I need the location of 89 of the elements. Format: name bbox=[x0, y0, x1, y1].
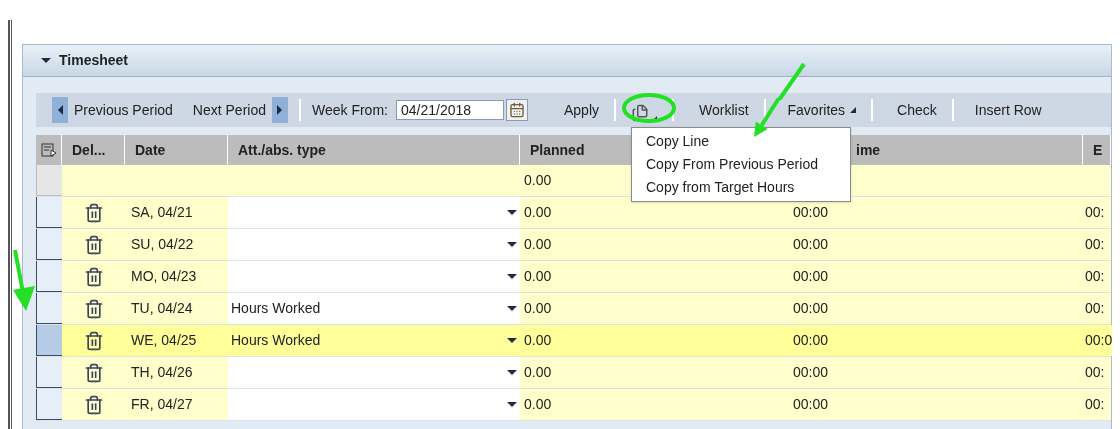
planned-cell-text: 0.00 bbox=[524, 299, 552, 318]
planned-cell-text: 0.00 bbox=[524, 267, 552, 286]
check-button[interactable]: Check bbox=[893, 99, 941, 121]
row-selector[interactable] bbox=[36, 197, 62, 228]
column-settings-icon[interactable] bbox=[40, 143, 57, 157]
insert-row-button[interactable]: Insert Row bbox=[970, 99, 1046, 121]
table-cell-text: 00: bbox=[1085, 267, 1105, 286]
planned-cell-text: 0.00 bbox=[524, 395, 552, 414]
dropdown-caret-icon bbox=[507, 402, 517, 407]
copy-icon bbox=[631, 104, 649, 122]
time-cell-text: 00:00 bbox=[793, 235, 829, 254]
table-cell-text: 00: bbox=[1085, 363, 1105, 382]
trash-icon bbox=[83, 234, 104, 255]
planned-total: 0.00 bbox=[524, 171, 552, 190]
time-cell-text: 00:00 bbox=[793, 203, 829, 222]
date-cell-text: TH, 04/26 bbox=[131, 363, 193, 382]
date-cell-text: SU, 04/22 bbox=[131, 235, 194, 254]
time-cell-text: 00:00 bbox=[793, 363, 829, 382]
delete-button[interactable] bbox=[83, 394, 104, 415]
trash-icon bbox=[83, 394, 104, 415]
row-selector[interactable] bbox=[36, 325, 62, 356]
time-cell-text: 00:00 bbox=[793, 299, 829, 318]
date-cell-text: SA, 04/21 bbox=[131, 203, 193, 222]
date-cell-text: WE, 04/25 bbox=[131, 331, 197, 350]
menu-item[interactable]: Copy from Target Hours bbox=[632, 176, 850, 199]
highlight-ellipse bbox=[621, 92, 677, 124]
table-cell-text: 00: bbox=[1085, 395, 1105, 414]
worklist-button[interactable]: Worklist bbox=[695, 99, 753, 121]
column-header[interactable]: Att./abs. type bbox=[238, 139, 326, 161]
row-selector[interactable] bbox=[36, 229, 62, 260]
previous-period-button[interactable]: Previous Period bbox=[52, 97, 181, 123]
row-selector[interactable] bbox=[36, 293, 62, 324]
delete-button[interactable] bbox=[83, 362, 104, 383]
dropdown-caret-icon bbox=[507, 306, 517, 311]
calendar-icon bbox=[508, 102, 525, 118]
delete-button[interactable] bbox=[83, 202, 104, 223]
menu-item[interactable]: Copy From Previous Period bbox=[632, 153, 850, 176]
dropdown-caret-icon bbox=[507, 274, 517, 279]
dropdown-caret-icon bbox=[850, 107, 857, 113]
column-header[interactable]: Del... bbox=[72, 139, 106, 161]
expand-caret-icon bbox=[41, 58, 51, 63]
type-dropdown[interactable]: Hours Worked bbox=[228, 325, 520, 356]
table-cell-text: 00: bbox=[1085, 299, 1105, 318]
delete-button[interactable] bbox=[83, 234, 104, 255]
week-from-field[interactable]: 04/21/2018 bbox=[395, 100, 504, 120]
delete-button[interactable] bbox=[83, 330, 104, 351]
dropdown-caret-icon bbox=[507, 210, 517, 215]
planned-cell-text: 0.00 bbox=[524, 331, 552, 350]
time-cell-text: 00:00 bbox=[793, 267, 829, 286]
favorites-button[interactable]: Favorites bbox=[783, 99, 861, 121]
table-cell-text: 00: bbox=[1085, 235, 1105, 254]
menu-item[interactable]: Copy Line bbox=[632, 130, 850, 153]
trash-icon bbox=[83, 202, 104, 223]
planned-cell-text: 0.00 bbox=[524, 235, 552, 254]
arrow-drawing bbox=[12, 248, 36, 312]
dropdown-caret-icon bbox=[507, 338, 517, 343]
table-cell-text: 00: bbox=[1085, 203, 1105, 222]
type-dropdown[interactable]: Hours Worked bbox=[228, 293, 520, 324]
next-period-button[interactable]: Next Period bbox=[192, 97, 288, 123]
apply-button[interactable]: Apply bbox=[559, 99, 603, 121]
right-caret-icon bbox=[277, 105, 283, 115]
date-cell-text: MO, 04/23 bbox=[131, 267, 197, 286]
row-selector[interactable] bbox=[36, 261, 62, 292]
date-cell-text: TU, 04/24 bbox=[131, 299, 193, 318]
row-selector[interactable] bbox=[36, 389, 62, 420]
row-selector[interactable] bbox=[36, 357, 62, 388]
week-from-label: Week From: bbox=[312, 100, 388, 120]
planned-cell-text: 0.00 bbox=[524, 203, 552, 222]
dropdown-caret-icon bbox=[507, 242, 517, 247]
trash-icon bbox=[83, 298, 104, 319]
column-header[interactable]: ime bbox=[856, 139, 881, 161]
trash-icon bbox=[83, 266, 104, 287]
delete-button[interactable] bbox=[83, 266, 104, 287]
calendar-button[interactable] bbox=[505, 99, 528, 121]
column-header[interactable]: Planned bbox=[530, 139, 585, 161]
panel-header[interactable]: Timesheet bbox=[23, 45, 1111, 77]
trash-icon bbox=[83, 330, 104, 351]
column-header[interactable]: E bbox=[1093, 139, 1103, 161]
left-caret-icon bbox=[57, 105, 63, 115]
column-header[interactable]: Date bbox=[135, 139, 166, 161]
planned-cell-text: 0.00 bbox=[524, 363, 552, 382]
table-cell-text: 00:0 bbox=[1085, 331, 1113, 350]
date-cell-text: FR, 04/27 bbox=[131, 395, 193, 414]
panel-title: Timesheet bbox=[59, 51, 128, 70]
dropdown-caret-icon bbox=[507, 370, 517, 375]
delete-button[interactable] bbox=[83, 298, 104, 319]
time-cell-text: 00:00 bbox=[793, 395, 829, 414]
trash-icon bbox=[83, 362, 104, 383]
time-cell-text: 00:00 bbox=[793, 331, 829, 350]
